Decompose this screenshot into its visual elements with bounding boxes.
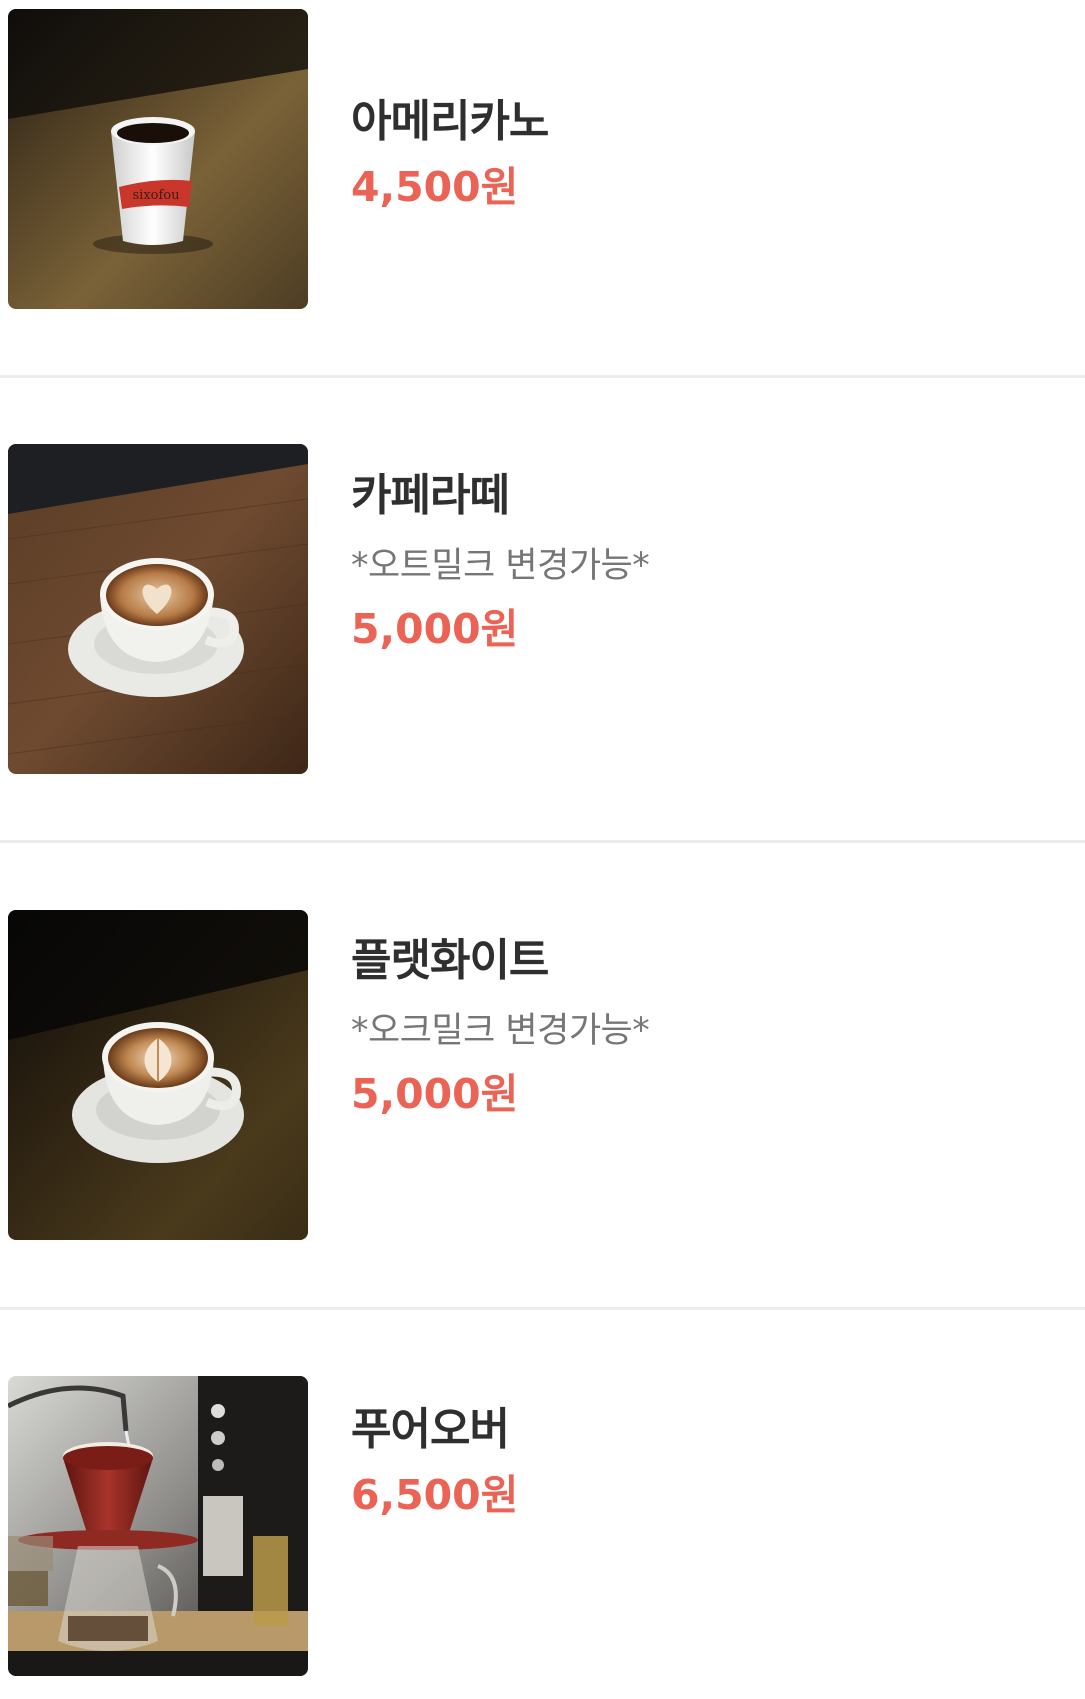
menu-item-note: *오크밀크 변경가능* — [351, 1010, 650, 1051]
menu-item-name: 아메리카노 — [351, 96, 549, 147]
menu-item-price: 5,000원 — [351, 604, 519, 653]
americano-info: 아메리카노 4,500원 — [351, 96, 549, 212]
menu-item-note: *오트밀크 변경가능* — [351, 545, 650, 586]
menu-item-americano[interactable]: sixofou 아메리카노 4,500원 — [0, 0, 1085, 376]
menu-item-price: 6,500원 — [351, 1470, 519, 1519]
menu-item-price: 4,500원 — [351, 162, 519, 211]
cafe-latte-photo — [8, 444, 308, 774]
cup-logo-text: sixofou — [133, 188, 180, 203]
menu-item-name: 푸어오버 — [351, 1404, 510, 1455]
flat-white-info: 플랫화이트 *오크밀크 변경가능* 5,000원 — [351, 935, 650, 1119]
menu-item-pour-over[interactable]: 푸어오버 6,500원 — [0, 1310, 1085, 1699]
cafe-latte-info: 카페라떼 *오트밀크 변경가능* 5,000원 — [351, 470, 650, 654]
menu-item-flat-white[interactable]: 플랫화이트 *오크밀크 변경가능* 5,000원 — [0, 843, 1085, 1308]
menu-list: sixofou 아메리카노 4,500원 카페라떼 *오트밀크 변경가능* 5,… — [0, 0, 1085, 1699]
pour-over-photo — [8, 1376, 308, 1676]
flat-white-photo — [8, 910, 308, 1240]
menu-item-name: 플랫화이트 — [351, 935, 549, 986]
menu-item-price: 5,000원 — [351, 1069, 519, 1118]
menu-item-name: 카페라떼 — [351, 470, 510, 521]
menu-item-cafe-latte[interactable]: 카페라떼 *오트밀크 변경가능* 5,000원 — [0, 378, 1085, 840]
americano-photo: sixofou — [8, 9, 308, 309]
pour-over-info: 푸어오버 6,500원 — [351, 1404, 518, 1520]
